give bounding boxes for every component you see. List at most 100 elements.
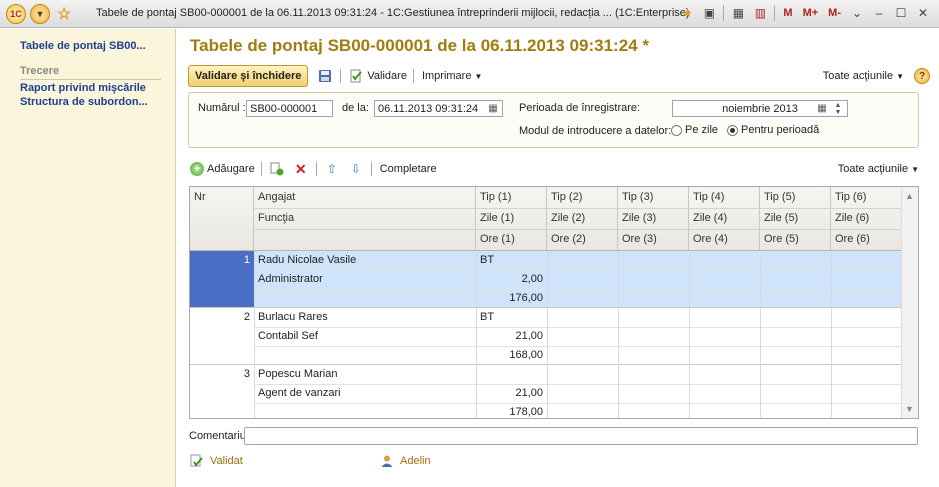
- page-title: Tabele de pontaj SB00-000001 de la 06.11…: [190, 36, 649, 55]
- header-position: Funcţia: [258, 212, 295, 224]
- chevron-down-icon[interactable]: ▼: [911, 165, 919, 174]
- column-divider: [618, 251, 619, 418]
- header-tip-1: Tip (1): [480, 191, 512, 203]
- print-menu-button[interactable]: Imprimare: [422, 70, 472, 82]
- column-divider: [547, 251, 548, 418]
- move-up-icon[interactable]: ⇧: [323, 160, 341, 178]
- cell-employee[interactable]: Radu Nicolae Vasile: [254, 251, 476, 270]
- sidebar-item-movement-report[interactable]: Raport privind mişcările: [0, 82, 175, 94]
- maximize-icon[interactable]: ☐: [893, 5, 909, 21]
- column-header-type-4[interactable]: Tip (4) Zile (4) Ore (4): [689, 187, 760, 251]
- cell-position[interactable]: Agent de vanzari: [254, 384, 476, 403]
- favorites-icon[interactable]: ★: [679, 5, 695, 21]
- column-header-type-2[interactable]: Tip (2) Zile (2) Ore (2): [547, 187, 618, 251]
- cell-tip-1[interactable]: BT: [476, 308, 547, 327]
- column-divider: [831, 251, 832, 418]
- post-and-close-button[interactable]: Validare şi închidere: [188, 65, 309, 87]
- move-down-icon[interactable]: ⇩: [347, 160, 365, 178]
- column-header-type-3[interactable]: Tip (3) Zile (3) Ore (3): [618, 187, 689, 251]
- save-icon[interactable]: [316, 67, 334, 85]
- all-actions-menu[interactable]: Toate acţiunile: [823, 70, 893, 82]
- mode-radio-for-period[interactable]: Pentru perioadă: [727, 124, 819, 136]
- favorite-star-icon[interactable]: ☆: [54, 4, 74, 24]
- cell-tip-1[interactable]: BT: [476, 251, 547, 270]
- period-picker-icon[interactable]: ▦: [815, 101, 829, 116]
- author-label[interactable]: Adelin: [400, 455, 431, 467]
- calendar-picker-icon[interactable]: ▦: [486, 101, 500, 116]
- minimize-icon[interactable]: –: [871, 5, 887, 21]
- post-icon[interactable]: [347, 67, 365, 85]
- cell-employee[interactable]: Popescu Marian: [254, 365, 476, 384]
- date-field[interactable]: 06.11.2013 09:31:24: [374, 100, 503, 117]
- dropdown-icon[interactable]: ⌄: [849, 5, 865, 21]
- sidebar-item-subordination[interactable]: Structura de subordon...: [0, 96, 175, 108]
- window-titlebar: 1С ▾ ☆ Tabele de pontaj SB00-000001 de l…: [0, 0, 939, 28]
- app-logo-icon[interactable]: 1С: [6, 4, 26, 24]
- chevron-down-icon[interactable]: ▼: [474, 72, 482, 81]
- timesheet-table[interactable]: Nr Angajat Funcţia Tip (1) Zile (1) Ore (1…: [189, 186, 919, 419]
- header-ore-5: Ore (5): [764, 233, 799, 245]
- history-icon[interactable]: ▣: [701, 5, 717, 21]
- cell-position[interactable]: Contabil Sef: [254, 327, 476, 346]
- cell-zile-1[interactable]: 21,00: [476, 384, 547, 403]
- calculator-icon[interactable]: ▦: [730, 5, 746, 21]
- mode-option-days: Pe zile: [685, 124, 719, 136]
- close-icon[interactable]: ✕: [915, 5, 931, 21]
- table-row[interactable]: 2 Burlacu Rares Contabil Sef BT 21,00 168,00: [190, 308, 902, 365]
- chevron-down-icon[interactable]: ▼: [896, 72, 904, 81]
- cell-ore-1[interactable]: 178,00: [476, 403, 547, 418]
- navigation-panel: Tabele de pontaj SB00... Trecere Raport …: [0, 29, 176, 487]
- table-row[interactable]: 3 Popescu Marian Agent de vanzari 21,00 178,…: [190, 365, 902, 418]
- radio-off: [671, 124, 682, 136]
- period-spin-icon[interactable]: ▲ ▼: [831, 101, 845, 116]
- column-header-nr[interactable]: Nr: [190, 187, 254, 251]
- memory-plus-button[interactable]: M+: [801, 7, 821, 19]
- table-toolbar: + Adăugare ✕ ⇧ ⇩ Completare Toate acţiun…: [190, 160, 919, 178]
- table-all-actions-menu[interactable]: Toate acţiunile: [838, 163, 908, 175]
- delete-row-icon[interactable]: ✕: [292, 160, 310, 178]
- main-menu-icon[interactable]: ▾: [30, 4, 50, 24]
- copy-row-icon[interactable]: [268, 160, 286, 178]
- fill-button[interactable]: Completare: [380, 163, 437, 175]
- header-ore-6: Ore (6): [835, 233, 870, 245]
- column-header-type-6[interactable]: Tip (6) Zile (6) Ore (6): [831, 187, 902, 251]
- cell-employee[interactable]: Burlacu Rares: [254, 308, 476, 327]
- cell-ore-1[interactable]: 176,00: [476, 289, 547, 308]
- header-zile-6: Zile (6): [835, 212, 870, 224]
- table-scrollbar[interactable]: ▲ ▼: [901, 187, 918, 418]
- header-tip-3: Tip (3): [622, 191, 654, 203]
- header-tip-5: Tip (5): [764, 191, 796, 203]
- mode-radio-by-days[interactable]: Pe zile: [671, 124, 718, 136]
- cell-ore-1[interactable]: 168,00: [476, 346, 547, 365]
- help-icon[interactable]: ?: [914, 68, 930, 84]
- cell-nr[interactable]: 2: [190, 308, 254, 327]
- column-divider: [760, 251, 761, 418]
- column-header-type-5[interactable]: Tip (5) Zile (5) Ore (5): [760, 187, 831, 251]
- toolbar-separator: [370, 162, 372, 176]
- cell-nr[interactable]: 1: [190, 251, 254, 270]
- sidebar-item-timesheet[interactable]: Tabele de pontaj SB00...: [0, 40, 175, 52]
- scroll-down-icon[interactable]: ▼: [905, 404, 914, 414]
- cell-nr[interactable]: 3: [190, 365, 254, 384]
- cell-position[interactable]: Administrator: [254, 270, 476, 289]
- validate-button[interactable]: Validare: [367, 70, 407, 82]
- table-row[interactable]: 1 Radu Nicolae Vasile Administrator BT 2,00 1…: [190, 251, 902, 308]
- memory-button[interactable]: M: [781, 7, 794, 19]
- header-zile-1: Zile (1): [480, 212, 515, 224]
- number-field[interactable]: SB00-000001: [246, 100, 333, 117]
- sidebar-section-trecere: Trecere: [20, 65, 60, 77]
- scroll-up-icon[interactable]: ▲: [905, 191, 914, 201]
- cell-zile-1[interactable]: 21,00: [476, 327, 547, 346]
- calendar-icon[interactable]: ▥: [752, 5, 768, 21]
- comment-input[interactable]: [244, 427, 918, 445]
- input-mode-label: Modul de introducere a datelor:: [519, 125, 672, 137]
- add-icon[interactable]: +: [190, 162, 204, 176]
- cell-tip-1[interactable]: [476, 365, 547, 384]
- add-row-button[interactable]: Adăugare: [207, 163, 255, 175]
- header-tip-4: Tip (4): [693, 191, 725, 203]
- column-header-employee[interactable]: Angajat Funcţia: [254, 187, 476, 251]
- cell-zile-1[interactable]: 2,00: [476, 270, 547, 289]
- memory-minus-button[interactable]: M-: [826, 7, 843, 19]
- row-divider: [254, 346, 902, 347]
- column-header-type-1[interactable]: Tip (1) Zile (1) Ore (1): [476, 187, 547, 251]
